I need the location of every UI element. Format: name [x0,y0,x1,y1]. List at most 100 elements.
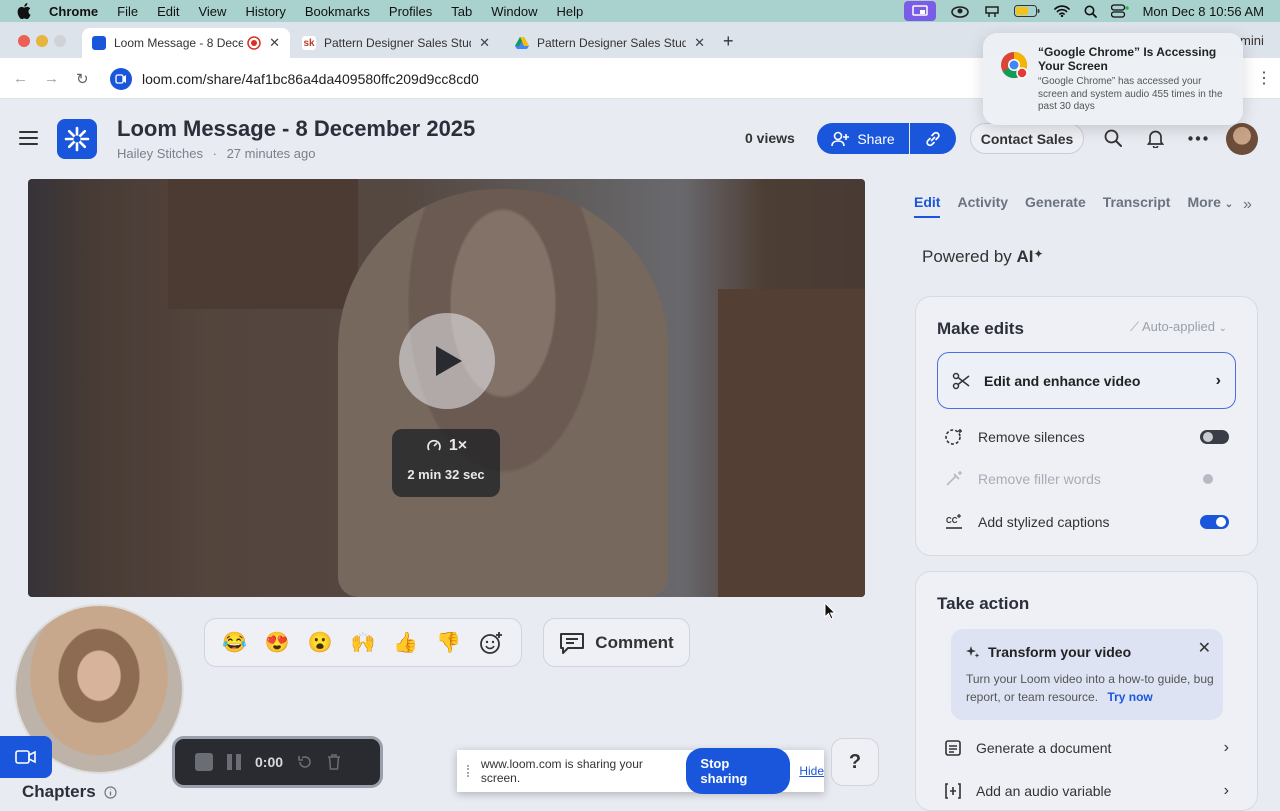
info-icon[interactable] [104,785,117,799]
forward-arrow-icon[interactable]: → [44,70,59,87]
apple-icon[interactable] [17,3,31,19]
hamburger-menu-icon[interactable] [19,131,38,145]
mouse-cursor-icon [824,602,836,620]
edit-enhance-button[interactable]: Edit and enhance video › [937,352,1236,409]
action-add-audio-variable[interactable]: Add an audio variable › [944,779,1229,803]
bell-icon[interactable] [1147,129,1164,148]
emoji-surprised[interactable]: 😮 [308,631,333,655]
sharing-text: www.loom.com is sharing your screen. [480,757,643,785]
tab-transcript[interactable]: Transcript [1103,194,1171,218]
creative-cloud-icon[interactable] [950,4,970,18]
tab-close-icon[interactable]: ✕ [269,35,280,51]
action-generate-document[interactable]: Generate a document › [944,736,1229,760]
loom-logo-icon[interactable] [57,119,97,159]
search-icon[interactable] [1084,5,1097,18]
menu-view[interactable]: View [198,4,226,19]
window-minimize-button[interactable] [36,35,48,47]
battery-icon[interactable] [1013,5,1040,17]
close-icon[interactable]: ✕ [1198,638,1211,658]
camera-toggle-button[interactable] [0,736,52,778]
help-button[interactable]: ? [831,738,879,786]
loom-favicon-icon [92,36,106,50]
menu-window[interactable]: Window [491,4,537,19]
more-options-icon[interactable] [1188,136,1208,141]
window-zoom-button[interactable] [54,35,66,47]
tab-activity[interactable]: Activity [957,194,1008,218]
stop-recording-icon[interactable] [195,753,213,771]
emoji-thumbs-up[interactable]: 👍 [393,631,418,655]
comment-button[interactable]: Comment [543,618,690,667]
link-icon [926,131,940,146]
browser-tab-pattern-1[interactable]: sk Pattern Designer Sales Studio ✕ [292,28,500,58]
video-player[interactable]: 1× 2 min 32 sec [28,179,865,597]
menu-app-name[interactable]: Chrome [49,4,98,19]
menu-file[interactable]: File [117,4,138,19]
emoji-thumbs-down[interactable]: 👎 [436,631,461,655]
tab-more[interactable]: More ⌄ [1187,194,1233,218]
sk-favicon-icon: sk [302,36,316,50]
profile-partial-label[interactable]: mini [1240,33,1264,48]
menu-edit[interactable]: Edit [157,4,179,19]
menu-profiles[interactable]: Profiles [389,4,432,19]
menu-tab[interactable]: Tab [451,4,472,19]
wifi-icon[interactable] [1053,5,1070,17]
browser-tab-loom[interactable]: Loom Message - 8 December 2025 ✕ [82,28,290,58]
contact-sales-button[interactable]: Contact Sales [970,123,1084,154]
screen-access-notification[interactable]: “Google Chrome” Is Accessing Your Screen… [983,33,1243,125]
tab-edit[interactable]: Edit [914,194,940,218]
tab-title: Loom Message - 8 December 2025 [114,36,244,50]
menubar-clock[interactable]: Mon Dec 8 10:56 AM [1143,4,1264,19]
pause-recording-icon[interactable] [227,754,241,770]
tab-close-icon[interactable]: ✕ [479,35,490,51]
share-button[interactable]: Share [817,123,909,154]
user-avatar[interactable] [1226,123,1258,155]
play-button[interactable] [399,313,495,409]
tab-generate[interactable]: Generate [1025,194,1086,218]
notification-title: “Google Chrome” Is Accessing Your Screen [1038,45,1217,73]
screen-share-status-icon[interactable] [903,1,936,21]
browser-tab-pattern-2[interactable]: Pattern Designer Sales Studio ✕ [505,28,715,58]
comment-icon [560,632,585,654]
hide-banner-link[interactable]: Hide [799,764,824,778]
video-title[interactable]: Loom Message - 8 December 2025 [117,116,475,142]
stylized-captions-toggle[interactable] [1200,515,1229,529]
emoji-laugh[interactable]: 😂 [222,631,247,655]
menu-help[interactable]: Help [557,4,584,19]
url-text[interactable]: loom.com/share/4af1bc86a4da409580ffc209d… [142,71,479,87]
auto-applied-dropdown[interactable]: ⟋ Auto-applied ⌄ [1130,319,1227,335]
speed-duration-overlay[interactable]: 1× 2 min 32 sec [392,429,500,497]
copy-link-button[interactable] [910,123,956,154]
browser-menu-icon[interactable]: ⋮ [1256,68,1272,88]
stop-sharing-button[interactable]: Stop sharing [686,748,791,794]
action-label: Add an audio variable [976,783,1112,799]
menu-bookmarks[interactable]: Bookmarks [305,4,370,19]
screen-sharing-banner: www.loom.com is sharing your screen. Sto… [457,748,824,794]
gamepad-icon[interactable] [984,4,1000,18]
drag-handle-icon[interactable] [467,765,473,777]
author-name[interactable]: Hailey Stitches [117,146,203,161]
window-close-button[interactable] [18,35,30,47]
reload-icon[interactable]: ↻ [76,70,89,88]
ai-label: AI [1016,247,1034,266]
address-bar[interactable]: loom.com/share/4af1bc86a4da409580ffc209d… [106,64,986,94]
delete-recording-icon[interactable] [327,754,341,770]
emoji-raised-hands[interactable]: 🙌 [351,631,376,655]
new-tab-plus-icon[interactable]: + [723,31,734,52]
back-arrow-icon[interactable]: ← [13,70,28,87]
control-center-icon[interactable] [1110,4,1129,18]
make-edits-heading: Make edits [937,319,1024,338]
tab-more-label: More [1187,194,1221,210]
collapse-panel-icon[interactable]: » [1243,196,1252,214]
add-emoji-icon[interactable] [479,631,503,655]
remove-silences-toggle[interactable] [1200,430,1229,444]
restart-recording-icon[interactable] [297,754,313,770]
site-info-icon[interactable] [110,68,132,90]
view-count[interactable]: 0 views [745,130,795,146]
menu-history[interactable]: History [245,4,285,19]
transform-video-promo[interactable]: Transform your video Turn your Loom vide… [951,629,1223,720]
try-now-link[interactable]: Try now [1107,690,1152,704]
action-label: Generate a document [976,740,1112,756]
tab-close-icon[interactable]: ✕ [694,35,705,51]
search-icon[interactable] [1104,129,1122,147]
emoji-heart-eyes[interactable]: 😍 [265,631,290,655]
